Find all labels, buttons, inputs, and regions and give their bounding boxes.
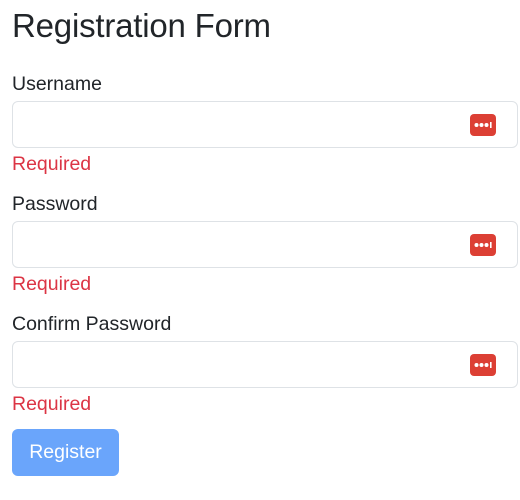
password-field-wrapper <box>12 221 518 268</box>
username-input[interactable] <box>13 102 517 147</box>
password-input[interactable] <box>13 222 517 267</box>
password-manager-icon[interactable] <box>470 114 496 136</box>
page-title: Registration Form <box>12 7 271 44</box>
password-label: Password <box>12 193 98 215</box>
password-manager-icon[interactable] <box>470 234 496 256</box>
username-label: Username <box>12 73 102 95</box>
confirm-password-label: Confirm Password <box>12 313 172 335</box>
password-error: Required <box>12 273 92 295</box>
username-error: Required <box>12 153 92 175</box>
confirm-password-field-wrapper <box>12 341 518 388</box>
password-group: Password Required <box>12 193 518 295</box>
registration-page: Registration Form Username Required Pass… <box>0 0 520 500</box>
register-button[interactable]: Register <box>12 429 119 476</box>
username-field-wrapper <box>12 101 518 148</box>
confirm-password-input[interactable] <box>13 342 517 387</box>
password-manager-icon[interactable] <box>470 354 496 376</box>
confirm-password-error: Required <box>12 393 92 415</box>
username-group: Username Required <box>12 73 518 175</box>
confirm-password-group: Confirm Password Required <box>12 313 518 415</box>
